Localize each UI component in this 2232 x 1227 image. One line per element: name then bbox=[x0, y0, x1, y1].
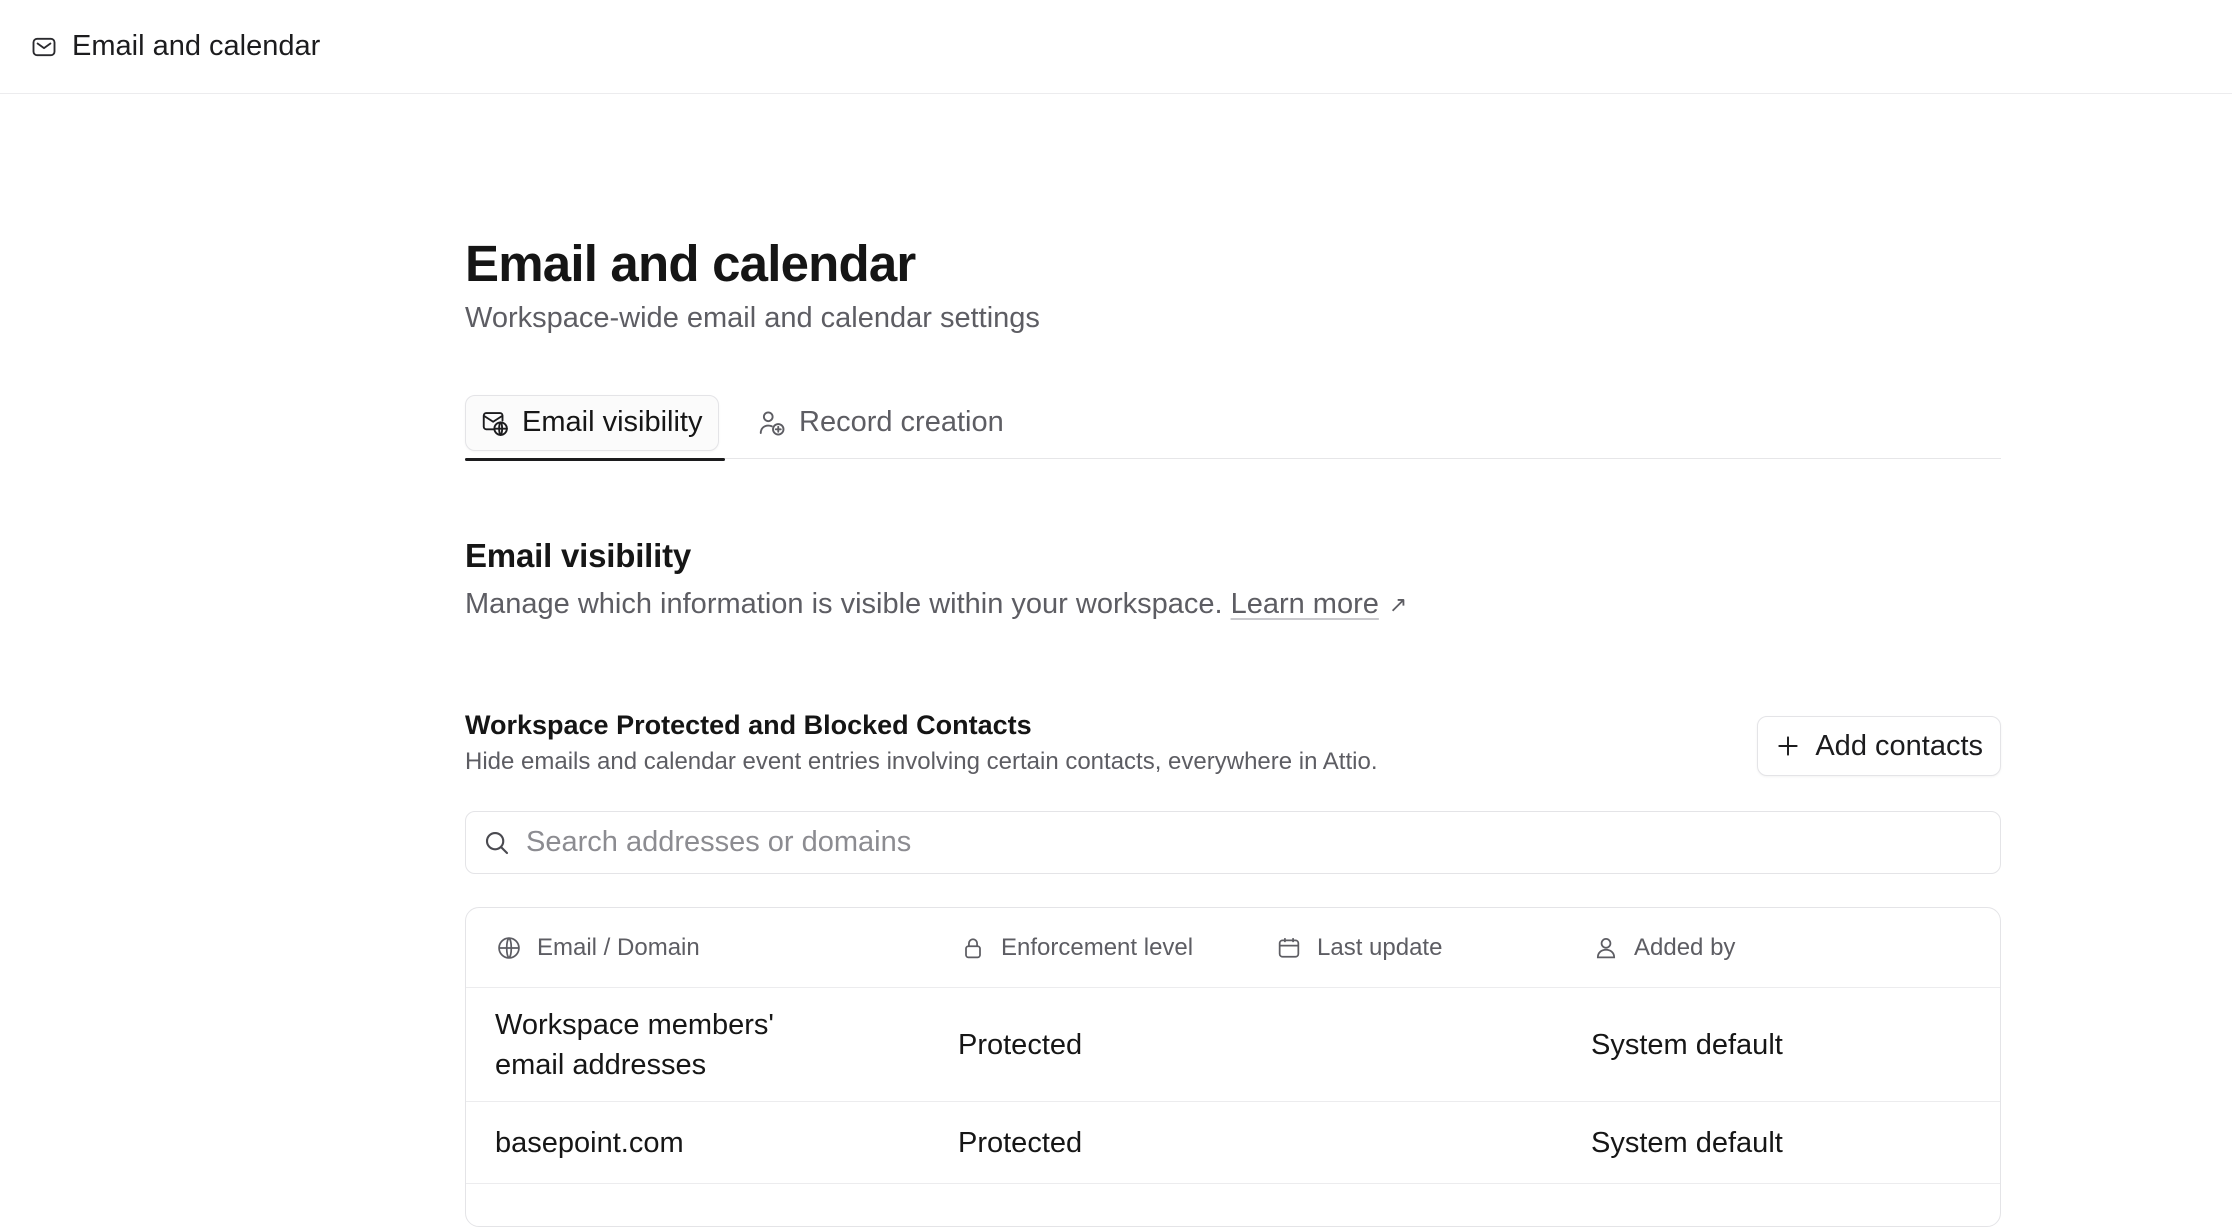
column-label: Email / Domain bbox=[537, 934, 700, 961]
tab-bar: Email visibility Record creation bbox=[465, 386, 2001, 461]
column-label: Enforcement level bbox=[1001, 934, 1194, 961]
add-contacts-button[interactable]: Add contacts bbox=[1757, 716, 2001, 776]
cell-domain: Workspace members' email addresses bbox=[495, 1008, 774, 1081]
top-bar: Email and calendar bbox=[0, 0, 2232, 94]
add-contacts-label: Add contacts bbox=[1815, 729, 1983, 762]
table-row[interactable]: basepoint.com Protected System default bbox=[466, 1102, 2000, 1184]
contacts-table: Email / Domain Enforcement level Last up… bbox=[465, 907, 2001, 1227]
cell-enforcement-level: Protected bbox=[958, 1028, 1083, 1061]
column-header-last-update[interactable]: Last update bbox=[1275, 908, 1442, 988]
calendar-icon bbox=[1275, 934, 1303, 962]
cell-added-by: System default bbox=[1591, 1126, 1783, 1159]
search-icon bbox=[482, 828, 512, 858]
contacts-block-description: Hide emails and calendar event entries i… bbox=[465, 748, 1378, 775]
column-header-email-domain[interactable]: Email / Domain bbox=[495, 908, 700, 988]
column-label: Last update bbox=[1317, 934, 1443, 961]
cell-domain: basepoint.com bbox=[495, 1126, 684, 1159]
section-description-text: Manage which information is visible with… bbox=[465, 588, 1223, 620]
lock-icon bbox=[959, 934, 987, 962]
table-header: Email / Domain Enforcement level Last up… bbox=[466, 908, 2000, 988]
column-header-enforcement-level[interactable]: Enforcement level bbox=[959, 908, 1193, 988]
table-row[interactable]: Workspace members' email addresses Prote… bbox=[466, 988, 2000, 1102]
search-field bbox=[465, 811, 2001, 874]
page-subtitle: Workspace-wide email and calendar settin… bbox=[465, 302, 1040, 334]
section-description: Manage which information is visible with… bbox=[465, 588, 1407, 621]
cell-enforcement-level: Protected bbox=[958, 1126, 1083, 1159]
tab-label: Record creation bbox=[799, 406, 1004, 438]
plus-icon bbox=[1775, 733, 1801, 759]
cell-added-by: System default bbox=[1591, 1028, 1783, 1061]
top-bar-title: Email and calendar bbox=[72, 30, 321, 62]
learn-more-link[interactable]: Learn more bbox=[1231, 588, 1379, 621]
contacts-block-title: Workspace Protected and Blocked Contacts bbox=[465, 710, 1032, 740]
column-label: Added by bbox=[1634, 934, 1736, 961]
user-add-icon bbox=[757, 408, 787, 438]
mail-icon bbox=[30, 33, 58, 61]
tab-label: Email visibility bbox=[522, 406, 703, 438]
external-link-icon: ↗ bbox=[1388, 591, 1408, 617]
tab-email-visibility[interactable]: Email visibility bbox=[465, 386, 725, 461]
search-input[interactable] bbox=[526, 826, 2000, 859]
column-header-added-by[interactable]: Added by bbox=[1592, 908, 1735, 988]
user-icon bbox=[1592, 934, 1620, 962]
tab-record-creation[interactable]: Record creation bbox=[749, 386, 1004, 459]
page-title: Email and calendar bbox=[465, 235, 916, 292]
section-title: Email visibility bbox=[465, 537, 692, 574]
globe-icon bbox=[495, 934, 523, 962]
mail-globe-icon bbox=[480, 408, 510, 438]
